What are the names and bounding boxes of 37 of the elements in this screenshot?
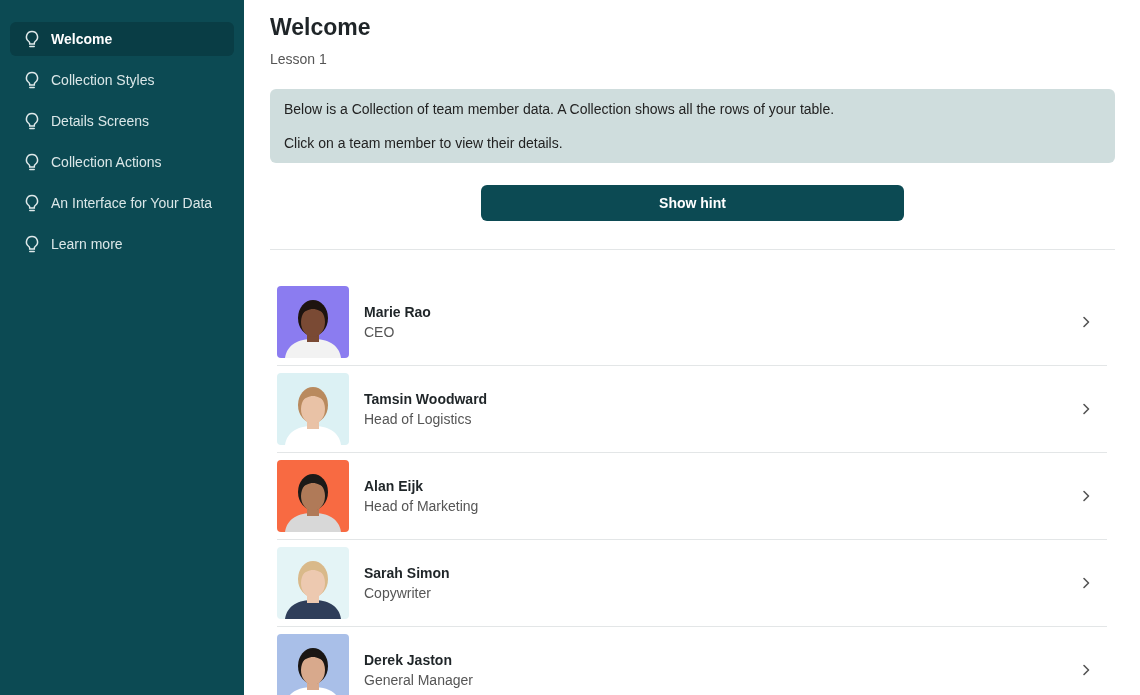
info-text: Click on a team member to view their details. bbox=[284, 135, 564, 151]
chevron-right-icon bbox=[1082, 316, 1090, 328]
nav-item[interactable]: An Interface for Your Data bbox=[10, 186, 234, 220]
member-role: Head of Marketing bbox=[364, 498, 480, 514]
team-member-row[interactable]: Alan Eijk Head of Marketing bbox=[277, 453, 1107, 540]
lightbulb-icon bbox=[24, 30, 40, 48]
member-role: Head of Logistics bbox=[364, 411, 473, 427]
member-name: Marie Rao bbox=[364, 304, 432, 320]
member-name: Derek Jaston bbox=[364, 652, 453, 668]
member-role: General Manager bbox=[364, 672, 474, 688]
lesson-label: Lesson 1 bbox=[270, 51, 328, 67]
nav-item[interactable]: Welcome bbox=[10, 22, 234, 56]
lightbulb-icon bbox=[24, 153, 40, 171]
chevron-right-icon bbox=[1082, 403, 1090, 415]
lightbulb-icon bbox=[24, 235, 40, 253]
info-text: Below is a Collection of team member data. A Collection shows all the rows of your table. bbox=[284, 101, 836, 117]
chevron-right-icon bbox=[1082, 490, 1090, 502]
chevron-right-icon bbox=[1082, 664, 1090, 676]
lightbulb-icon bbox=[24, 112, 40, 130]
show-hint-button[interactable]: Show hint bbox=[481, 185, 904, 221]
nav-item[interactable]: Learn more bbox=[10, 227, 234, 261]
nav-item[interactable]: Collection Styles bbox=[10, 63, 234, 97]
team-member-row[interactable]: Marie Rao CEO bbox=[277, 279, 1107, 366]
team-member-row[interactable]: Sarah Simon Copywriter bbox=[277, 540, 1107, 627]
team-member-row[interactable]: Tamsin Woodward Head of Logistics bbox=[277, 366, 1107, 453]
member-name: Alan Eijk bbox=[364, 478, 425, 494]
lightbulb-icon bbox=[24, 71, 40, 89]
page-title: Welcome bbox=[270, 14, 372, 41]
member-role: CEO bbox=[364, 324, 396, 340]
nav-item[interactable]: Collection Actions bbox=[10, 145, 234, 179]
member-role: Copywriter bbox=[364, 585, 432, 601]
member-name: Tamsin Woodward bbox=[364, 391, 489, 407]
nav-item[interactable]: Details Screens bbox=[10, 104, 234, 138]
member-name: Sarah Simon bbox=[364, 565, 451, 581]
team-member-row[interactable]: Derek Jaston General Manager bbox=[277, 627, 1107, 695]
chevron-right-icon bbox=[1082, 577, 1090, 589]
lightbulb-icon bbox=[24, 194, 40, 212]
